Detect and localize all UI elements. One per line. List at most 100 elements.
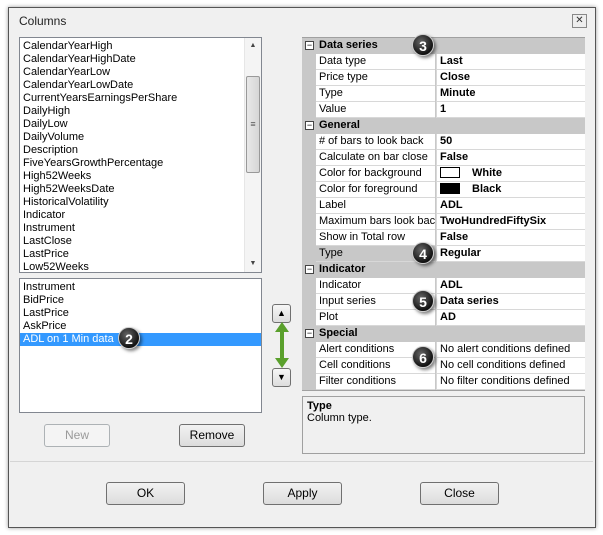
property-name: Color for background xyxy=(316,166,435,182)
reorder-arrow-icon xyxy=(275,322,289,368)
list-item[interactable]: CalendarYearHigh xyxy=(20,40,261,53)
property-row[interactable]: Calculate on bar close False xyxy=(302,150,585,166)
list-item[interactable]: DailyHigh xyxy=(20,105,261,118)
property-grid[interactable]: − Data series Data type Last Price type Close… xyxy=(302,37,585,391)
category-general[interactable]: − General xyxy=(302,118,585,134)
property-value[interactable]: TwoHundredFiftySix xyxy=(436,214,585,230)
list-item[interactable]: DailyLow xyxy=(20,118,261,131)
list-item[interactable]: CalendarYearHighDate xyxy=(20,53,261,66)
collapse-icon[interactable]: − xyxy=(305,121,314,130)
property-value[interactable]: No filter conditions defined xyxy=(436,374,585,390)
property-name: Value xyxy=(316,102,435,118)
list-item[interactable]: ADL on 1 Min data xyxy=(20,333,261,346)
category-special[interactable]: − Special xyxy=(302,326,585,342)
remove-button[interactable]: Remove xyxy=(179,424,245,447)
property-value[interactable]: Minute xyxy=(436,86,585,102)
list-item[interactable]: Description xyxy=(20,144,261,157)
property-value[interactable]: 1 xyxy=(436,102,585,118)
value-text: No alert conditions defined xyxy=(440,343,571,355)
scroll-thumb[interactable]: ≡ xyxy=(246,76,260,173)
property-value[interactable]: No alert conditions defined xyxy=(436,342,585,358)
collapse-icon[interactable]: − xyxy=(305,265,314,274)
move-up-button[interactable]: ▲ xyxy=(272,304,291,323)
property-value[interactable]: Close xyxy=(436,70,585,86)
close-button[interactable]: Close xyxy=(420,482,499,505)
value-text: False xyxy=(440,231,469,243)
value-text: False xyxy=(440,151,469,163)
category-data-series[interactable]: − Data series xyxy=(302,38,585,54)
property-name: Price type xyxy=(316,70,435,86)
property-name: Plot xyxy=(316,310,435,326)
property-value[interactable]: Black xyxy=(436,182,585,198)
property-row[interactable]: Cell conditions No cell conditions define… xyxy=(302,358,585,374)
value-text: AD xyxy=(440,311,456,323)
list-item[interactable]: BidPrice xyxy=(20,294,261,307)
list-item[interactable]: LastPrice xyxy=(20,307,261,320)
property-value[interactable]: ADL xyxy=(436,278,585,294)
available-columns-list[interactable]: CalendarYearHigh CalendarYearHighDate Cale… xyxy=(19,37,262,273)
value-text: Close xyxy=(440,71,470,83)
property-row[interactable]: Indicator ADL xyxy=(302,278,585,294)
list-item[interactable]: CalendarYearLowDate xyxy=(20,79,261,92)
collapse-icon[interactable]: − xyxy=(305,41,314,50)
property-value[interactable]: Regular xyxy=(436,246,585,262)
property-row[interactable]: Type Regular xyxy=(302,246,585,262)
property-row[interactable]: Input series Data series xyxy=(302,294,585,310)
property-value[interactable]: No cell conditions defined xyxy=(436,358,585,374)
apply-button[interactable]: Apply xyxy=(263,482,342,505)
list-item[interactable]: AskPrice xyxy=(20,320,261,333)
property-row[interactable]: Label ADL xyxy=(302,198,585,214)
property-row[interactable]: Alert conditions No alert conditions defi… xyxy=(302,342,585,358)
property-row[interactable]: Filter conditions No filter conditions de… xyxy=(302,374,585,390)
value-text: Minute xyxy=(440,87,476,99)
property-value[interactable]: White xyxy=(436,166,585,182)
property-value[interactable]: False xyxy=(436,230,585,246)
property-row[interactable]: Data type Last xyxy=(302,54,585,70)
move-down-button[interactable]: ▼ xyxy=(272,368,291,387)
property-row[interactable]: Plot AD xyxy=(302,310,585,326)
property-row[interactable]: Price type Close xyxy=(302,70,585,86)
property-row[interactable]: # of bars to look back 50 xyxy=(302,134,585,150)
list-item[interactable]: Low52Weeks xyxy=(20,261,261,272)
window-title: Columns xyxy=(19,14,67,28)
property-value[interactable]: 50 xyxy=(436,134,585,150)
list-item[interactable]: Indicator xyxy=(20,209,261,222)
ok-button[interactable]: OK xyxy=(106,482,185,505)
property-value[interactable]: ADL xyxy=(436,198,585,214)
property-value[interactable]: AD xyxy=(436,310,585,326)
list-item[interactable]: DailyVolume xyxy=(20,131,261,144)
list-item[interactable]: CurrentYearsEarningsPerShare xyxy=(20,92,261,105)
property-row[interactable]: Value 1 xyxy=(302,102,585,118)
scroll-up-icon[interactable]: ▲ xyxy=(245,38,261,54)
property-row[interactable]: Maximum bars look back TwoHundredFiftySix xyxy=(302,214,585,230)
list-item[interactable]: Instrument xyxy=(20,222,261,235)
property-row[interactable]: Color for background White xyxy=(302,166,585,182)
list-item[interactable]: CalendarYearLow xyxy=(20,66,261,79)
scroll-down-icon[interactable]: ▼ xyxy=(245,256,261,272)
list-item[interactable]: FiveYearsGrowthPercentage xyxy=(20,157,261,170)
property-row[interactable]: Color for foreground Black xyxy=(302,182,585,198)
list-item[interactable]: High52Weeks xyxy=(20,170,261,183)
property-value[interactable]: Last xyxy=(436,54,585,70)
close-icon[interactable]: ✕ xyxy=(572,14,587,28)
color-swatch xyxy=(440,166,460,178)
property-row[interactable]: Show in Total row False xyxy=(302,230,585,246)
list-item[interactable]: High52WeeksDate xyxy=(20,183,261,196)
property-value[interactable]: False xyxy=(436,150,585,166)
property-row[interactable]: Type Minute xyxy=(302,86,585,102)
category-label: Special xyxy=(319,327,358,339)
value-text: Data series xyxy=(440,295,499,307)
selected-columns-list[interactable]: Instrument BidPrice LastPrice AskPrice ADL o… xyxy=(19,278,262,413)
list-item[interactable]: HistoricalVolatility xyxy=(20,196,261,209)
scrollbar[interactable]: ▲ ≡ ▼ xyxy=(244,38,261,272)
category-indicator[interactable]: − Indicator xyxy=(302,262,585,278)
property-value[interactable]: Data series xyxy=(436,294,585,310)
list-item[interactable]: LastClose xyxy=(20,235,261,248)
new-button[interactable]: New xyxy=(44,424,110,447)
property-name: Type xyxy=(316,86,435,102)
color-swatch xyxy=(440,182,460,194)
list-item[interactable]: Instrument xyxy=(20,281,261,294)
collapse-icon[interactable]: − xyxy=(305,329,314,338)
list-item[interactable]: LastPrice xyxy=(20,248,261,261)
category-label: General xyxy=(319,119,360,131)
